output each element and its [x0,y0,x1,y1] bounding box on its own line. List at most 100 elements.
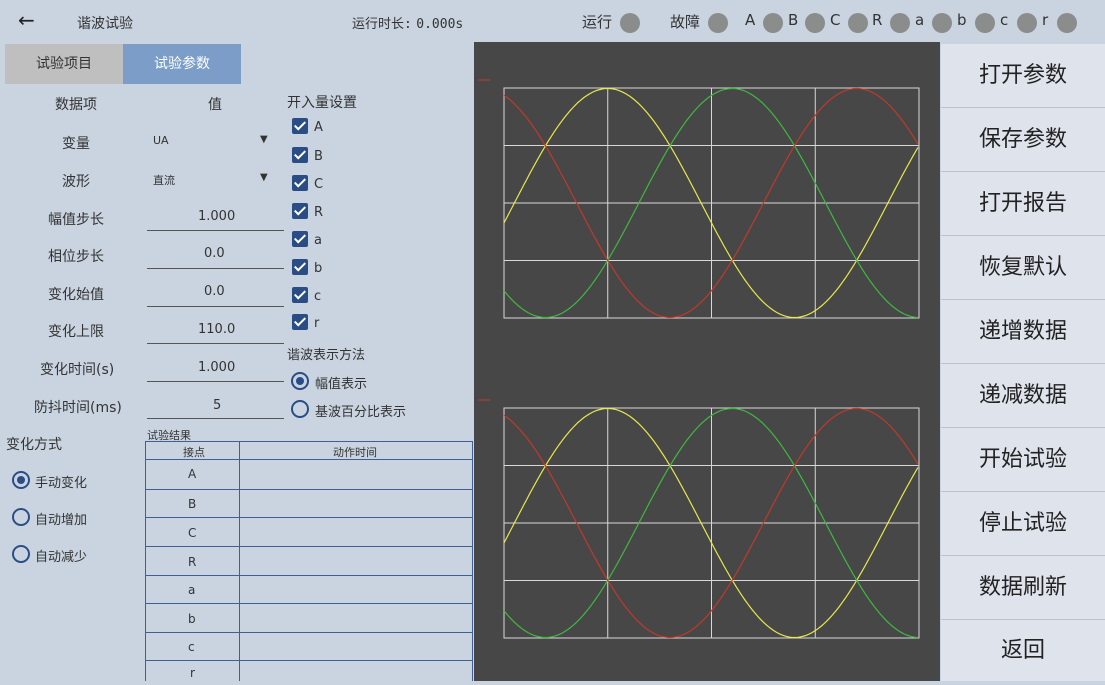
waveform-select[interactable]: 直流 [153,172,175,188]
checkbox-r-upper[interactable] [292,203,308,219]
indicator-label-a-lower: a [915,11,925,29]
indicator-b-upper-light [805,13,825,33]
table-row[interactable]: c [145,633,473,661]
increment-data-button[interactable]: 递增数据 [941,300,1105,364]
indicator-label-run: 运行 [582,13,613,31]
param-label-start-value: 变化始值 [48,287,104,303]
table-row[interactable]: R [145,547,473,576]
param-label-waveform: 波形 [62,174,90,190]
table-cell-contact: A [188,467,197,481]
change-time-input[interactable]: 1.000 [198,360,235,375]
checkbox-c-lower[interactable] [292,287,308,303]
checkbox-a-lower[interactable] [292,231,308,247]
restore-default-button[interactable]: 恢复默认 [941,236,1105,300]
table-row[interactable]: b [145,604,473,633]
indicator-r-lower-light [1057,13,1077,33]
runtime-label: 运行时长: [352,17,412,32]
checkbox-r-upper-label: R [314,205,324,220]
indicator-a-lower-light [932,13,952,33]
table-row[interactable]: A [145,459,473,490]
refresh-data-button[interactable]: 数据刷新 [941,556,1105,620]
upper-limit-underline [147,343,284,344]
indicator-c-lower-light [1017,13,1037,33]
decrement-data-button[interactable]: 递减数据 [941,364,1105,428]
param-label-amplitude-step: 幅值步长 [48,212,104,228]
table-cell-contact: c [188,640,195,654]
upper-limit-input[interactable]: 110.0 [198,322,235,337]
open-params-button[interactable]: 打开参数 [941,44,1105,108]
radio-auto-increase-label: 自动增加 [35,513,88,528]
param-label-upper-limit: 变化上限 [48,324,104,340]
table-row[interactable]: r [145,661,473,681]
save-params-button[interactable]: 保存参数 [941,108,1105,172]
back-arrow-icon[interactable]: ← [18,8,35,32]
radio-percent-fundamental-label: 基波百分比表示 [315,405,407,420]
waveform-dropdown-icon[interactable]: ▼ [260,172,268,183]
amplitude-step-input[interactable]: 1.000 [198,209,235,224]
waveform-display [474,42,940,681]
checkbox-c-upper[interactable] [292,175,308,191]
table-row[interactable]: a [145,576,473,604]
radio-amplitude[interactable] [291,372,309,390]
indicator-label-b-upper: B [788,11,799,29]
checkbox-r-lower-label: r [314,316,320,331]
indicator-label-a-upper: A [745,11,756,29]
variable-select[interactable]: UA [153,134,169,147]
binary-inputs-title: 开入量设置 [287,95,357,111]
col-header-contact: 接点 [183,446,205,459]
results-table: 接点 动作时间 A B C R a b c r [145,441,473,681]
col-header-action-time: 动作时间 [333,446,377,459]
table-header-row: 接点 动作时间 [145,441,473,460]
debounce-time-underline [147,418,284,419]
indicator-run-light [620,13,640,33]
checkbox-a-upper[interactable] [292,118,308,134]
checkbox-b-lower[interactable] [292,259,308,275]
checkbox-a-upper-label: A [314,120,323,135]
waveform-svg [478,79,920,639]
param-header-item: 数据项 [55,97,97,113]
table-cell-contact: b [188,612,196,626]
tab-test-items[interactable]: 试验项目 [5,44,123,84]
indicator-label-r-lower: r [1042,11,1049,29]
table-cell-contact: R [188,555,197,569]
tab-test-params[interactable]: 试验参数 [123,44,241,84]
start-test-button[interactable]: 开始试验 [941,428,1105,492]
top-bar: ← 谐波试验 运行时长: 0.000s 运行 故障 A B C R a b c … [0,0,1105,44]
runtime-display: 运行时长: 0.000s [352,13,463,32]
start-value-input[interactable]: 0.0 [204,284,225,299]
indicator-c-upper-light [848,13,868,33]
stop-test-button[interactable]: 停止试验 [941,492,1105,556]
radio-manual-change[interactable] [12,471,30,489]
open-report-button[interactable]: 打开报告 [941,172,1105,236]
radio-auto-increase[interactable] [12,508,30,526]
amplitude-step-underline [147,230,284,231]
variable-dropdown-icon[interactable]: ▼ [260,134,268,145]
table-cell-contact: C [188,526,197,540]
checkbox-b-upper[interactable] [292,147,308,163]
debounce-time-input[interactable]: 5 [213,398,221,413]
table-row[interactable]: B [145,490,473,518]
radio-auto-decrease-label: 自动减少 [35,550,88,565]
param-header-value: 值 [208,97,222,113]
indicator-r-upper-light [890,13,910,33]
param-label-variable: 变量 [62,136,90,152]
phase-step-input[interactable]: 0.0 [204,246,225,261]
table-cell-contact: r [190,666,195,680]
radio-auto-decrease[interactable] [12,545,30,563]
harmonic-method-title: 谐波表示方法 [287,348,366,363]
indicator-label-b-lower: b [957,11,967,29]
runtime-value: 0.000s [416,17,464,32]
checkbox-r-lower[interactable] [292,314,308,330]
indicator-label-fault: 故障 [670,13,701,31]
table-cell-contact: a [188,583,196,597]
return-button[interactable]: 返回 [941,620,1105,681]
change-time-underline [147,381,284,382]
table-row[interactable]: C [145,518,473,547]
indicator-label-r-upper: R [872,11,883,29]
param-label-phase-step: 相位步长 [48,249,104,265]
page-title: 谐波试验 [77,16,133,32]
waveform-chart-lower [478,399,920,639]
waveform-chart-upper [478,79,920,319]
radio-percent-fundamental[interactable] [291,400,309,418]
table-cell-contact: B [188,497,197,511]
